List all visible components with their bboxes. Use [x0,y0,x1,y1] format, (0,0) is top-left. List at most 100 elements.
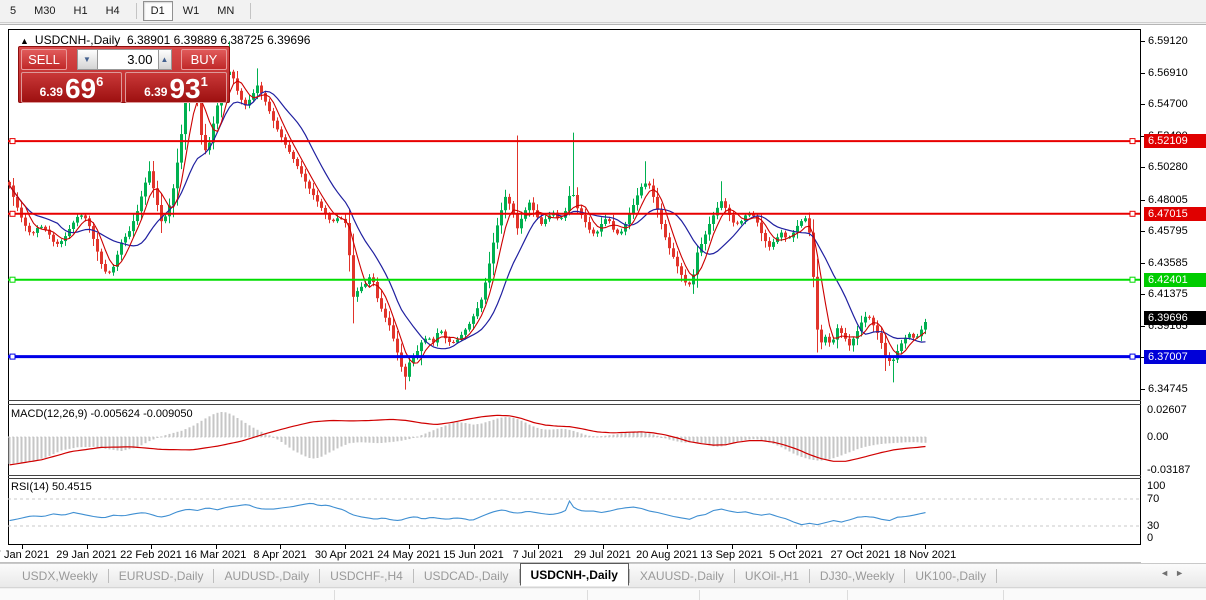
sell-button[interactable]: SELL [21,49,67,70]
symbol-tab-usdcad-daily[interactable]: USDCAD-,Daily [414,566,519,586]
timeframe-button-D1[interactable]: D1 [142,1,173,21]
axis-tick-mark [1141,388,1145,390]
price-tick-label: 6.54700 [1148,98,1188,111]
status-divider [1003,590,1004,600]
sell-price-big: 69 [64,73,97,104]
axis-tick-mark [1141,294,1145,296]
date-label: 13 Sep 2021 [700,549,763,561]
date-label: 15 Jun 2021 [443,549,504,561]
symbol-tab-ukoil-h1[interactable]: UKOil-,H1 [735,566,809,586]
line-handle [9,353,16,360]
status-divider [587,590,588,600]
rsi-indicator-pane[interactable] [8,479,1140,544]
date-label: 29 Jul 2021 [574,549,631,561]
rsi-axis-label: 0 [1147,532,1154,544]
date-label: 22 Feb 2021 [120,549,182,561]
timeframe-button-MN[interactable]: MN [209,1,242,21]
date-label: 29 Jan 2021 [56,549,117,561]
line-handle [9,276,16,283]
price-line-label: 6.47015 [1144,206,1206,221]
timeframe-button-W1[interactable]: W1 [175,1,208,21]
macd-axis-label: -0.03187 [1147,463,1191,476]
macd-label: MACD(12,26,9) -0.005624 -0.009050 [11,408,193,420]
price-tick-label: 6.48005 [1148,193,1188,206]
one-click-trading-panel: SELL ▼ 3.00 ▲ BUY 6.39 69 6 6.39 93 1 [18,46,230,103]
status-divider [847,590,848,600]
price-tick-label: 6.56910 [1148,66,1188,79]
volume-input[interactable]: 3.00 [97,49,158,70]
pane-divider[interactable] [8,404,1141,405]
line-handle [1129,138,1136,145]
symbol-tab-usdcnh-daily[interactable]: USDCNH-,Daily [519,563,629,586]
price-tick-label: 6.43585 [1148,256,1188,269]
symbol-tab-usdchf-h4[interactable]: USDCHF-,H4 [320,566,413,586]
timeframe-button-H1[interactable]: H1 [66,1,96,21]
symbol-tab-eurusd-daily[interactable]: EURUSD-,Daily [109,566,214,586]
buy-price-display[interactable]: 6.39 93 1 [125,72,227,103]
macd-axis-label: 0.02607 [1147,404,1187,417]
axis-tick-mark [1141,104,1145,106]
line-handle [1129,210,1136,217]
sell-price-pip: 6 [96,74,104,89]
timeframe-button-5[interactable]: 5 [2,1,24,21]
symbol-tab-dj30-weekly[interactable]: DJ30-,Weekly [810,566,904,586]
sell-price-display[interactable]: 6.39 69 6 [21,72,122,103]
timeframe-button-H4[interactable]: H4 [98,1,128,21]
date-label: 7 Jul 2021 [512,549,564,561]
volume-decrease-button[interactable]: ▼ [76,49,98,70]
macd-axis-label: 0.00 [1147,431,1169,443]
date-label: 18 Nov 2021 [893,549,957,561]
buy-price-pip: 1 [200,74,208,89]
chart-ohlc-values: 6.38901 6.39889 6.38725 6.39696 [126,33,311,47]
symbol-tab-audusd-daily[interactable]: AUDUSD-,Daily [214,566,319,586]
tab-scroll-arrows[interactable]: ◄► [1160,568,1190,578]
buy-button[interactable]: BUY [181,49,227,70]
timeframe-toolbar: 5 M30 H1 H4 D1 W1 MN [0,0,1206,23]
pane-divider[interactable] [8,475,1141,476]
fast-ma-line [9,80,926,364]
date-label: 30 Apr 2021 [314,549,375,561]
axis-tick-mark [1141,199,1145,201]
status-divider [699,590,700,600]
down-arrow-icon: ▼ [83,55,91,64]
price-line-label: 6.42401 [1144,272,1206,287]
symbol-tab-uk100-daily[interactable]: UK100-,Daily [905,566,996,586]
volume-increase-button[interactable]: ▲ [157,49,172,70]
date-label: 20 Aug 2021 [636,549,698,561]
toolbar-divider [250,3,252,19]
line-handle [9,210,16,217]
up-arrow-icon: ▲ [160,55,169,64]
sell-price-prefix: 6.39 [39,85,63,99]
rsi-line [9,499,926,526]
price-tick-label: 6.34745 [1148,382,1188,395]
rsi-axis-label: 30 [1147,520,1160,532]
price-tick-label: 6.59120 [1148,34,1188,47]
plot-bottom-border [8,544,1141,545]
rsi-axis-label: 70 [1147,493,1160,505]
slow-ma-line [9,90,926,350]
symbol-tab-usdx-weekly[interactable]: USDX,Weekly [12,566,108,586]
toolbar-divider [135,3,137,19]
axis-tick-mark [1141,325,1145,327]
price-line-label: 6.37007 [1144,349,1206,364]
axis-tick-mark [1141,231,1145,233]
axis-tick-mark [1141,167,1145,169]
symbol-tab-xauusd-daily[interactable]: XAUUSD-,Daily [630,566,734,586]
axis-tick-mark [1141,72,1145,74]
collapse-arrow-icon[interactable]: ▲ [20,36,29,46]
price-line-label: 6.52109 [1144,134,1206,149]
rsi-axis-label: 100 [1147,480,1166,492]
line-handle [1129,353,1136,360]
pane-divider[interactable] [8,400,1141,401]
axis-tick-mark [1141,262,1145,264]
status-divider [334,590,335,600]
timeframe-button-M30[interactable]: M30 [26,1,63,21]
date-label: 27 Oct 2021 [830,549,891,561]
price-tick-label: 6.41375 [1148,288,1188,301]
tab-separator [996,568,998,583]
status-strip [0,589,1206,600]
date-label: 7 Jan 2021 [0,549,50,561]
line-handle [9,138,16,145]
macd-signal-line [9,414,926,466]
date-label: 5 Oct 2021 [769,549,823,561]
